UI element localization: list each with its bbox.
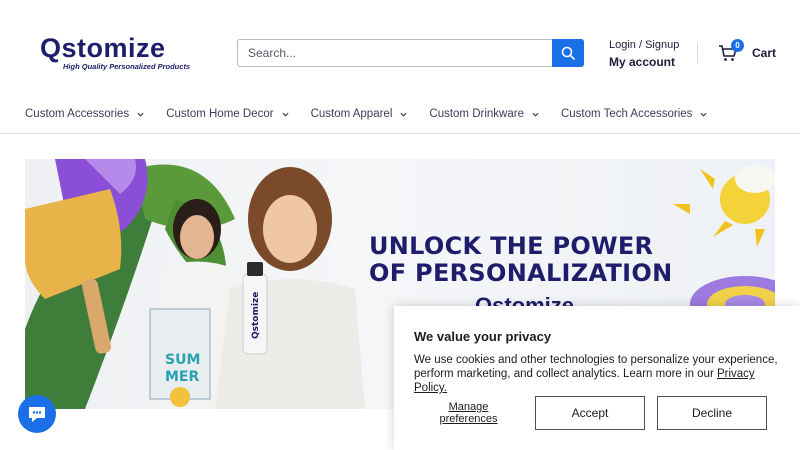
search-input[interactable] (238, 40, 552, 66)
cart-label: Cart (752, 46, 777, 60)
nav-divider (0, 133, 800, 134)
search-button[interactable] (552, 39, 584, 67)
logo-wordmark: Qstomize (40, 33, 166, 63)
hero-title-line1: UNLOCK THE POWER (369, 232, 654, 260)
chevron-down-icon (700, 112, 707, 117)
nav-item-label: Custom Home Decor (166, 108, 274, 120)
manage-preferences-link[interactable]: Manage preferences (424, 401, 513, 425)
logo[interactable]: Qstomize High Quality Personalized Produ… (40, 33, 200, 73)
chevron-down-icon (400, 112, 407, 117)
svg-text:MER: MER (165, 369, 199, 385)
nav-item-label: Custom Apparel (310, 108, 393, 120)
header-divider (697, 43, 698, 63)
nav-item-label: Custom Accessories (25, 108, 130, 120)
site-header: Qstomize High Quality Personalized Produ… (0, 0, 800, 106)
login-signup-link[interactable]: Login / Signup (609, 38, 679, 52)
nav-item-custom-drinkware[interactable]: Custom Drinkware (429, 106, 539, 122)
accept-button[interactable]: Accept (535, 396, 645, 430)
nav-item-label: Custom Tech Accessories (560, 108, 693, 120)
search-bar (237, 39, 584, 67)
logo-tagline: High Quality Personalized Products (63, 62, 191, 71)
chat-icon (29, 407, 45, 422)
my-account-label: My account (609, 55, 676, 69)
chevron-down-icon (282, 112, 289, 117)
nav-item-custom-tech-accessories[interactable]: Custom Tech Accessories (561, 106, 707, 122)
nav-item-label: Custom Drinkware (429, 108, 524, 120)
cookie-description: We use cookies and other technologies to… (414, 353, 784, 395)
hero-title-line2: OF PERSONALIZATION (369, 259, 673, 287)
account-link[interactable]: Login / Signup My account (609, 38, 679, 70)
search-icon (561, 46, 575, 60)
chat-widget-button[interactable] (18, 395, 56, 433)
main-nav: Custom Accessories Custom Home Decor Cus… (25, 106, 785, 122)
hero-title: UNLOCK THE POWER OF PERSONALIZATION (369, 233, 673, 287)
nav-item-custom-apparel[interactable]: Custom Apparel (311, 106, 408, 122)
chevron-down-icon (137, 112, 144, 117)
chevron-down-icon (532, 112, 539, 117)
cookie-consent-banner: We value your privacy We use cookies and… (394, 306, 800, 450)
svg-text:Qstomize: Qstomize (251, 292, 261, 339)
nav-item-custom-home-decor[interactable]: Custom Home Decor (166, 106, 289, 122)
nav-item-custom-accessories[interactable]: Custom Accessories (25, 106, 144, 122)
decline-button[interactable]: Decline (657, 396, 767, 430)
cart-count-badge: 0 (731, 39, 744, 52)
cookie-title: We value your privacy (414, 329, 552, 344)
svg-text:SUM: SUM (165, 352, 200, 368)
